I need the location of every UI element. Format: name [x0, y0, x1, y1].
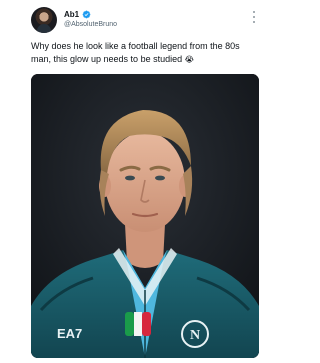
crying-face-emoji: 😭 [184, 55, 194, 64]
tweet-card: Ab1 @AbsoluteBruno Why does he look like… [0, 0, 290, 363]
player-portrait: N EA7 [31, 74, 259, 358]
author-avatar[interactable] [31, 7, 57, 33]
crest-letter: N [190, 328, 200, 343]
tweet-text-line-2: man, this glow up needs to be studied [31, 54, 183, 64]
tweet-text-line-1: Why does he look like a football legend … [31, 41, 240, 51]
italian-flag-badge [125, 312, 151, 336]
author-display-name[interactable]: Ab1 [64, 10, 79, 19]
author-handle[interactable]: @AbsoluteBruno [64, 21, 117, 28]
more-options-icon[interactable] [251, 11, 257, 23]
author-info: Ab1 @AbsoluteBruno [64, 10, 117, 28]
tweet-photo[interactable]: N EA7 [31, 74, 259, 358]
ea7-logo: EA7 [57, 326, 82, 341]
tweet-text: Why does he look like a football legend … [31, 40, 267, 66]
verified-badge-icon [82, 10, 91, 19]
